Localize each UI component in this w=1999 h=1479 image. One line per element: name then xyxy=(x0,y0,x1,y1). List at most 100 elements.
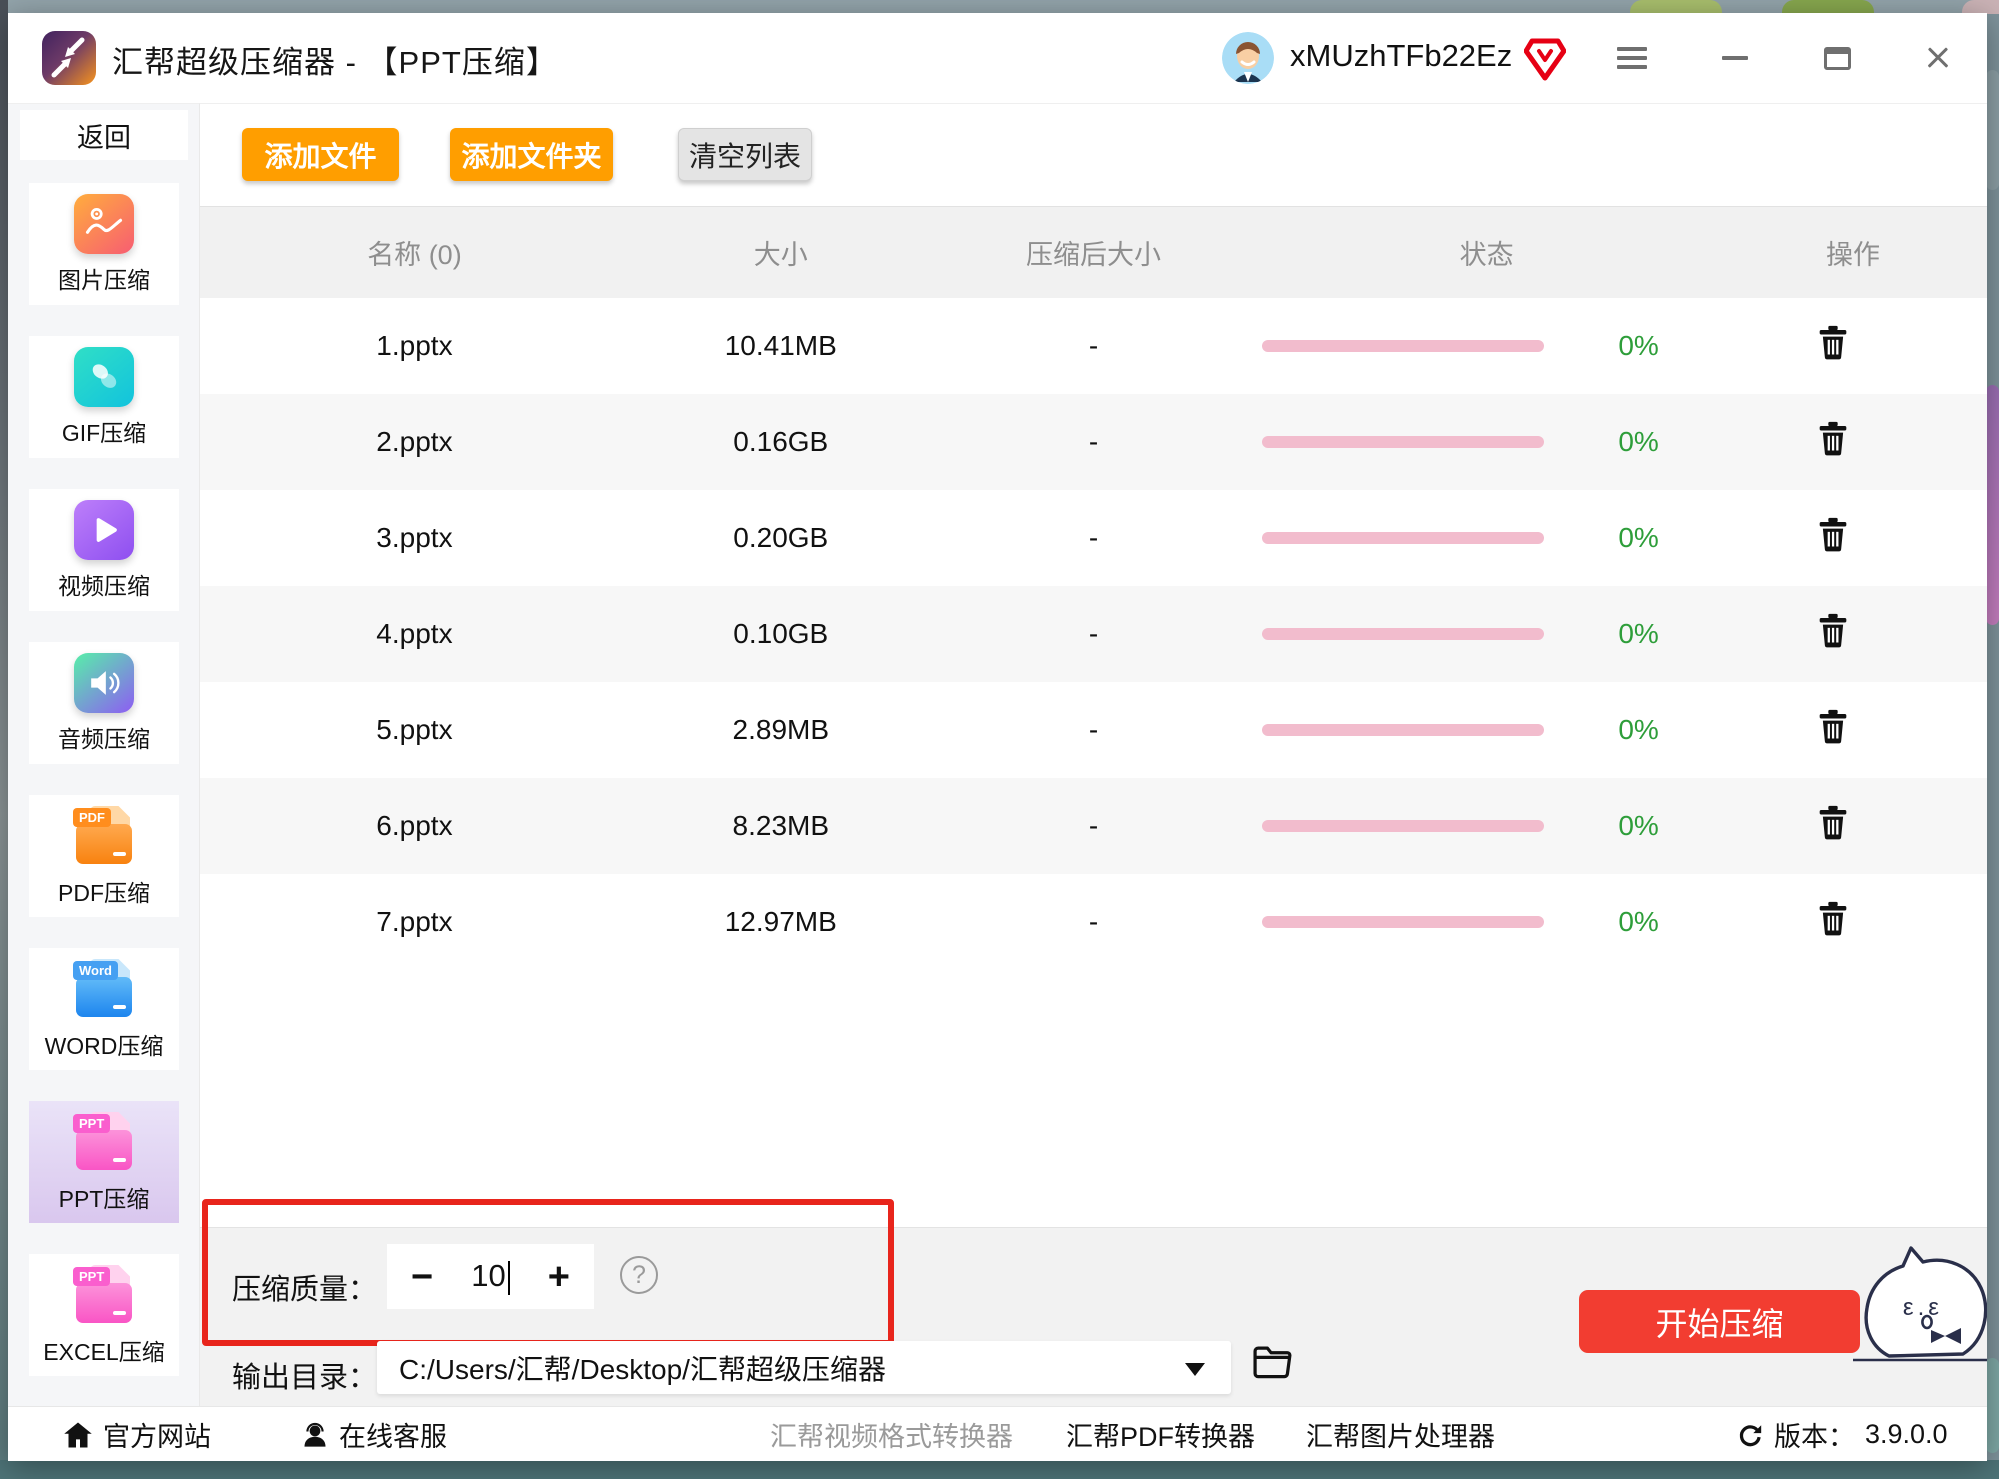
sidebar-item-label: 视频压缩 xyxy=(58,567,150,601)
close-button[interactable] xyxy=(1919,39,1957,77)
delete-file-button[interactable] xyxy=(1817,709,1849,747)
sidebar-item-ppt-compress-selected[interactable]: PPT PPT压缩 xyxy=(29,1101,179,1223)
audio-compress-icon xyxy=(74,653,134,713)
minimize-button[interactable] xyxy=(1716,39,1754,77)
maximize-button[interactable] xyxy=(1818,39,1856,77)
output-dir-path: C:/Users/汇帮/Desktop/汇帮超级压缩器 xyxy=(399,1348,886,1388)
sidebar-item-gif-compress[interactable]: GIF压缩 xyxy=(29,336,179,458)
home-icon xyxy=(63,1421,93,1449)
clear-list-button[interactable]: 清空列表 xyxy=(678,128,812,181)
compressed-size: - xyxy=(933,714,1255,746)
user-avatar[interactable] xyxy=(1222,32,1274,84)
ppt-badge: PPT xyxy=(73,1114,110,1133)
start-compress-button[interactable]: 开始压缩 xyxy=(1579,1290,1860,1353)
video-compress-icon xyxy=(74,500,134,560)
desktop-icon-fragment xyxy=(1782,0,1874,14)
progress-bar xyxy=(1262,916,1544,928)
sidebar-item-label: PDF压缩 xyxy=(58,874,150,908)
online-support-link[interactable]: 在线客服 xyxy=(301,1407,447,1461)
delete-file-button[interactable] xyxy=(1817,613,1849,651)
table-row: 7.pptx 12.97MB - 0% xyxy=(200,874,1987,970)
progress-bar xyxy=(1262,340,1544,352)
back-button[interactable]: 返回 xyxy=(20,110,188,160)
file-name: 2.pptx xyxy=(200,426,629,458)
username-text[interactable]: xMUzhTFb22Ez xyxy=(1290,38,1512,74)
official-site-label: 官方网站 xyxy=(103,1415,211,1454)
sidebar-item-excel-compress[interactable]: PPT EXCEL压缩 xyxy=(29,1254,179,1376)
file-size: 0.10GB xyxy=(629,618,933,650)
table-header: 名称 (0) 大小 压缩后大小 状态 操作 xyxy=(200,206,1987,298)
progress-bar xyxy=(1262,820,1544,832)
footer: 官方网站 在线客服 汇帮视频格式转换器 汇帮PDF转换器 汇帮图片处理器 xyxy=(8,1406,1987,1461)
vip-badge-icon[interactable] xyxy=(1524,37,1566,83)
online-support-label: 在线客服 xyxy=(339,1415,447,1454)
compressed-size: - xyxy=(933,906,1255,938)
file-name: 3.pptx xyxy=(200,522,629,554)
excel-badge: PPT xyxy=(73,1267,110,1286)
desktop-icon-fragment xyxy=(1986,70,1999,190)
add-file-button[interactable]: 添加文件 xyxy=(242,128,399,181)
pdf-compress-icon: PDF xyxy=(73,805,135,867)
header-compressed-size: 压缩后大小 xyxy=(933,233,1255,272)
desktop-icon-fragment xyxy=(1986,385,1999,625)
hamburger-icon xyxy=(1617,47,1647,69)
sidebar-item-audio-compress[interactable]: 音频压缩 xyxy=(29,642,179,764)
delete-file-button[interactable] xyxy=(1817,805,1849,843)
add-folder-button[interactable]: 添加文件夹 xyxy=(450,128,613,181)
progress-percent: 0% xyxy=(1618,906,1658,938)
desktop-icon-fragment xyxy=(1630,0,1722,14)
progress-percent: 0% xyxy=(1618,522,1658,554)
compressed-size: - xyxy=(933,330,1255,362)
minimize-icon xyxy=(1722,56,1748,60)
quality-increase-button[interactable]: + xyxy=(548,1258,570,1296)
delete-file-button[interactable] xyxy=(1817,901,1849,939)
file-name: 6.pptx xyxy=(200,810,629,842)
text-cursor xyxy=(508,1261,510,1295)
quality-decrease-button[interactable]: − xyxy=(411,1258,433,1296)
official-site-link[interactable]: 官方网站 xyxy=(63,1407,211,1461)
table-row: 3.pptx 0.20GB - 0% xyxy=(200,490,1987,586)
sidebar-item-label: 音频压缩 xyxy=(58,720,150,754)
maximize-icon xyxy=(1824,47,1851,70)
sidebar-item-word-compress[interactable]: Word WORD压缩 xyxy=(29,948,179,1070)
update-refresh-icon xyxy=(1736,1421,1764,1449)
header-status: 状态 xyxy=(1254,233,1719,272)
desktop-edge-left xyxy=(0,0,8,1479)
sidebar-item-video-compress[interactable]: 视频压缩 xyxy=(29,489,179,611)
footer-link-pdf-converter[interactable]: 汇帮PDF转换器 xyxy=(1066,1407,1255,1461)
help-icon[interactable]: ? xyxy=(620,1256,658,1294)
sidebar-item-label: 图片压缩 xyxy=(58,261,150,295)
file-size: 0.16GB xyxy=(629,426,933,458)
header-size: 大小 xyxy=(629,233,933,272)
delete-file-button[interactable] xyxy=(1817,325,1849,363)
word-compress-icon: Word xyxy=(73,958,135,1020)
sidebar-item-pdf-compress[interactable]: PDF PDF压缩 xyxy=(29,795,179,917)
app-logo-icon xyxy=(42,31,96,85)
excel-compress-icon: PPT xyxy=(73,1264,135,1326)
file-size: 2.89MB xyxy=(629,714,933,746)
sidebar-item-label: GIF压缩 xyxy=(62,414,146,448)
settings-panel: 压缩质量： − 10 + ? 输出目录： C:/Users/汇帮/Desktop… xyxy=(200,1227,1987,1406)
window-title: 汇帮超级压缩器 - 【PPT压缩】 xyxy=(112,37,558,82)
sidebar-item-image-compress[interactable]: 图片压缩 xyxy=(29,183,179,305)
file-name: 4.pptx xyxy=(200,618,629,650)
progress-percent: 0% xyxy=(1618,618,1658,650)
table-row: 4.pptx 0.10GB - 0% xyxy=(200,586,1987,682)
file-name: 1.pptx xyxy=(200,330,629,362)
desktop-edge-bottom xyxy=(0,1460,1999,1479)
footer-link-image-processor[interactable]: 汇帮图片处理器 xyxy=(1306,1407,1495,1461)
version-label: 版本： xyxy=(1774,1415,1855,1454)
browse-folder-button[interactable] xyxy=(1252,1344,1292,1383)
footer-link-video-converter[interactable]: 汇帮视频格式转换器 xyxy=(770,1407,1013,1461)
delete-file-button[interactable] xyxy=(1817,421,1849,459)
delete-file-button[interactable] xyxy=(1817,517,1849,555)
quality-value[interactable]: 10 xyxy=(471,1258,509,1295)
close-icon xyxy=(1924,44,1952,72)
output-dir-select[interactable]: C:/Users/汇帮/Desktop/汇帮超级压缩器 xyxy=(377,1341,1231,1394)
sidebar-item-label: EXCEL压缩 xyxy=(43,1333,164,1367)
gif-compress-icon xyxy=(74,347,134,407)
sidebar-item-label: PPT压缩 xyxy=(59,1180,150,1214)
desktop-icon-fragment xyxy=(1962,0,1999,14)
menu-button[interactable] xyxy=(1613,39,1651,77)
compressed-size: - xyxy=(933,810,1255,842)
